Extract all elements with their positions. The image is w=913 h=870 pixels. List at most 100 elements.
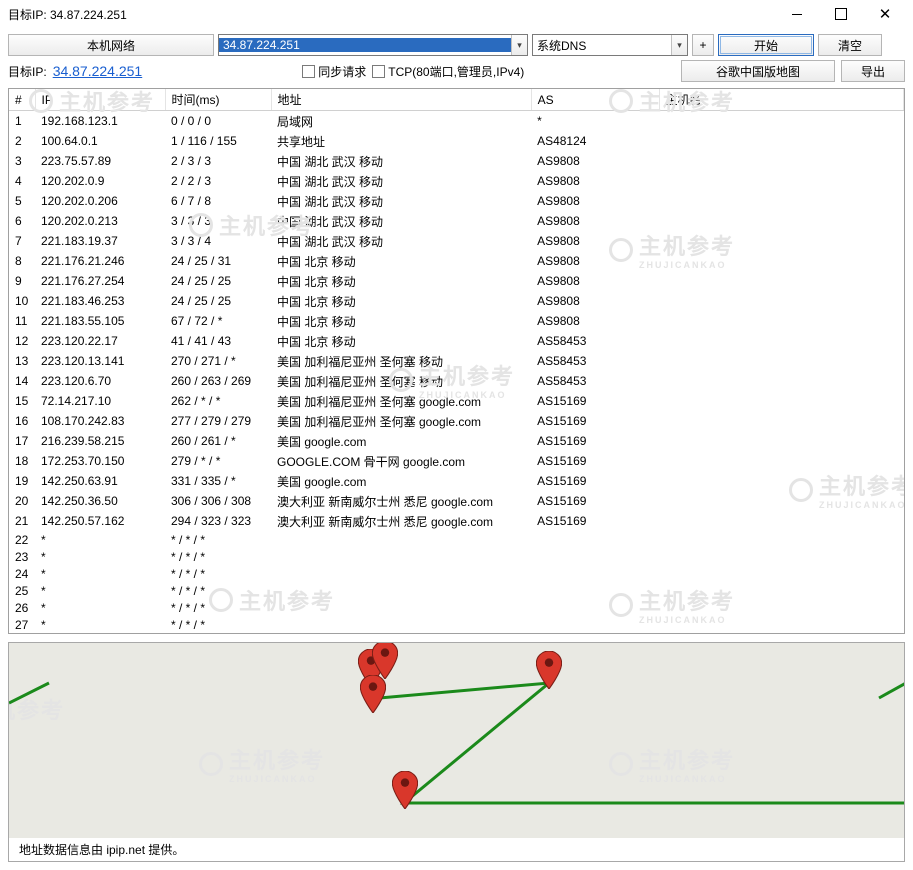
table-row[interactable]: 24** / * / *: [9, 565, 904, 582]
table-row[interactable]: 1192.168.123.10 / 0 / 0局域网*: [9, 111, 904, 132]
cell-a: [271, 582, 531, 599]
cell-as: AS15169: [531, 451, 659, 471]
table-row[interactable]: 8221.176.21.24624 / 25 / 31中国 北京 移动AS980…: [9, 251, 904, 271]
cell-as: AS9808: [531, 211, 659, 231]
window-close-button[interactable]: ✕: [863, 0, 907, 28]
table-row[interactable]: 3223.75.57.892 / 3 / 3中国 湖北 武汉 移动AS9808: [9, 151, 904, 171]
map-pin-icon[interactable]: [536, 651, 562, 689]
table-row[interactable]: 27** / * / *: [9, 616, 904, 633]
cell-h: [659, 311, 903, 331]
table-row[interactable]: 9221.176.27.25424 / 25 / 25中国 北京 移动AS980…: [9, 271, 904, 291]
trace-table[interactable]: # IP 时间(ms) 地址 AS 主机名 1192.168.123.10 / …: [9, 89, 904, 634]
map-pin-icon[interactable]: [360, 675, 386, 713]
tcp80-checkbox[interactable]: TCP(80端口,管理员,IPv4): [372, 63, 524, 80]
chevron-down-icon[interactable]: ▾: [511, 35, 527, 55]
google-cn-map-button[interactable]: 谷歌中国版地图: [681, 60, 835, 82]
cell-as: [531, 565, 659, 582]
cell-n: 21: [9, 511, 35, 531]
table-row[interactable]: 25** / * / *: [9, 582, 904, 599]
col-time[interactable]: 时间(ms): [165, 89, 271, 111]
col-ip[interactable]: IP: [35, 89, 165, 111]
col-host[interactable]: 主机名: [659, 89, 903, 111]
cell-a: [271, 548, 531, 565]
sync-checkbox-label: 同步请求: [318, 63, 366, 80]
cell-ip: 34.87.224.251: [35, 633, 165, 634]
map-pin-icon[interactable]: [372, 642, 398, 679]
table-row[interactable]: 17216.239.58.215260 / 261 / *美国 google.c…: [9, 431, 904, 451]
map-pin-icon[interactable]: [392, 771, 418, 809]
cell-as: AS9808: [531, 171, 659, 191]
cell-a: 美国 加利福尼亚州 圣何塞 google.com: [271, 411, 531, 431]
table-row[interactable]: 19142.250.63.91331 / 335 / *美国 google.co…: [9, 471, 904, 491]
cell-ip: *: [35, 565, 165, 582]
cell-a: 美国 google.com: [271, 431, 531, 451]
table-row[interactable]: 2100.64.0.11 / 116 / 155共享地址AS48124: [9, 131, 904, 151]
col-address[interactable]: 地址: [271, 89, 531, 111]
table-row[interactable]: 14223.120.6.70260 / 263 / 269美国 加利福尼亚州 圣…: [9, 371, 904, 391]
chevron-down-icon[interactable]: ▾: [671, 35, 687, 55]
table-row[interactable]: 13223.120.13.141270 / 271 / *美国 加利福尼亚州 圣…: [9, 351, 904, 371]
table-row[interactable]: 7221.183.19.373 / 3 / 4中国 湖北 武汉 移动AS9808: [9, 231, 904, 251]
cell-ip: 221.176.21.246: [35, 251, 165, 271]
status-text: 地址数据信息由 ipip.net 提供。: [19, 843, 184, 857]
table-row[interactable]: 18172.253.70.150279 / * / *GOOGLE.COM 骨干…: [9, 451, 904, 471]
cell-a: [271, 565, 531, 582]
cell-ip: 223.75.57.89: [35, 151, 165, 171]
table-row[interactable]: 6120.202.0.2133 / 3 / 3中国 湖北 武汉 移动AS9808: [9, 211, 904, 231]
cell-ip: 100.64.0.1: [35, 131, 165, 151]
cell-ip: 120.202.0.9: [35, 171, 165, 191]
table-row[interactable]: 10221.183.46.25324 / 25 / 25中国 北京 移动AS98…: [9, 291, 904, 311]
cell-as: AS58453: [531, 331, 659, 351]
export-button[interactable]: 导出: [841, 60, 905, 82]
table-row[interactable]: 5120.202.0.2066 / 7 / 8中国 湖北 武汉 移动AS9808: [9, 191, 904, 211]
cell-as: AS48124: [531, 131, 659, 151]
cell-ip: *: [35, 582, 165, 599]
cell-as: AS9808: [531, 231, 659, 251]
cell-t: * / * / *: [165, 616, 271, 633]
table-row[interactable]: 2834.87.224.251313 / 320 / *澳大利亚 新南威尔士州 …: [9, 633, 904, 634]
table-row[interactable]: 16108.170.242.83277 / 279 / 279美国 加利福尼亚州…: [9, 411, 904, 431]
target-ip-link[interactable]: 34.87.224.251: [53, 63, 143, 79]
cell-t: 260 / 261 / *: [165, 431, 271, 451]
cell-h: [659, 371, 903, 391]
cell-h: [659, 565, 903, 582]
status-bar: 地址数据信息由 ipip.net 提供。: [9, 838, 904, 861]
col-hop[interactable]: #: [9, 89, 35, 111]
cell-a: [271, 531, 531, 548]
cell-a: 美国 加利福尼亚州 圣何塞 google.com: [271, 391, 531, 411]
cell-as: AS9808: [531, 191, 659, 211]
clear-button[interactable]: 清空: [818, 34, 882, 56]
cell-a: 中国 北京 移动: [271, 311, 531, 331]
cell-ip: 221.183.46.253: [35, 291, 165, 311]
cell-t: 294 / 323 / 323: [165, 511, 271, 531]
sync-checkbox[interactable]: 同步请求: [302, 63, 366, 80]
col-as[interactable]: AS: [531, 89, 659, 111]
add-button[interactable]: +: [692, 34, 714, 56]
target-ip-combobox[interactable]: 34.87.224.251 ▾: [218, 34, 528, 56]
cell-as: AS15169: [531, 391, 659, 411]
dns-combobox[interactable]: 系统DNS ▾: [532, 34, 688, 56]
table-row[interactable]: 23** / * / *: [9, 548, 904, 565]
cell-ip: *: [35, 599, 165, 616]
cell-t: 2 / 2 / 3: [165, 171, 271, 191]
table-row[interactable]: 26** / * / *: [9, 599, 904, 616]
map-pane[interactable]: 主机参考 主机参考ZHUJICANKAO 主机参考ZHUJICANKAO 地址数…: [8, 642, 905, 862]
cell-n: 2: [9, 131, 35, 151]
table-row[interactable]: 20142.250.36.50306 / 306 / 308澳大利亚 新南威尔士…: [9, 491, 904, 511]
cell-ip: 120.202.0.206: [35, 191, 165, 211]
window-minimize-button[interactable]: [775, 0, 819, 28]
window-maximize-button[interactable]: [819, 0, 863, 28]
cell-as: *: [531, 111, 659, 132]
local-network-button[interactable]: 本机网络: [8, 34, 214, 56]
table-row[interactable]: 12223.120.22.1741 / 41 / 43中国 北京 移动AS584…: [9, 331, 904, 351]
table-row[interactable]: 1572.14.217.10262 / * / *美国 加利福尼亚州 圣何塞 g…: [9, 391, 904, 411]
table-row[interactable]: 11221.183.55.10567 / 72 / *中国 北京 移动AS980…: [9, 311, 904, 331]
table-row[interactable]: 22** / * / *: [9, 531, 904, 548]
cell-a: 中国 北京 移动: [271, 331, 531, 351]
cell-h: [659, 531, 903, 548]
cell-n: 8: [9, 251, 35, 271]
table-row[interactable]: 21142.250.57.162294 / 323 / 323澳大利亚 新南威尔…: [9, 511, 904, 531]
table-row[interactable]: 4120.202.0.92 / 2 / 3中国 湖北 武汉 移动AS9808: [9, 171, 904, 191]
start-button[interactable]: 开始: [718, 34, 814, 56]
cell-as: AS9808: [531, 311, 659, 331]
